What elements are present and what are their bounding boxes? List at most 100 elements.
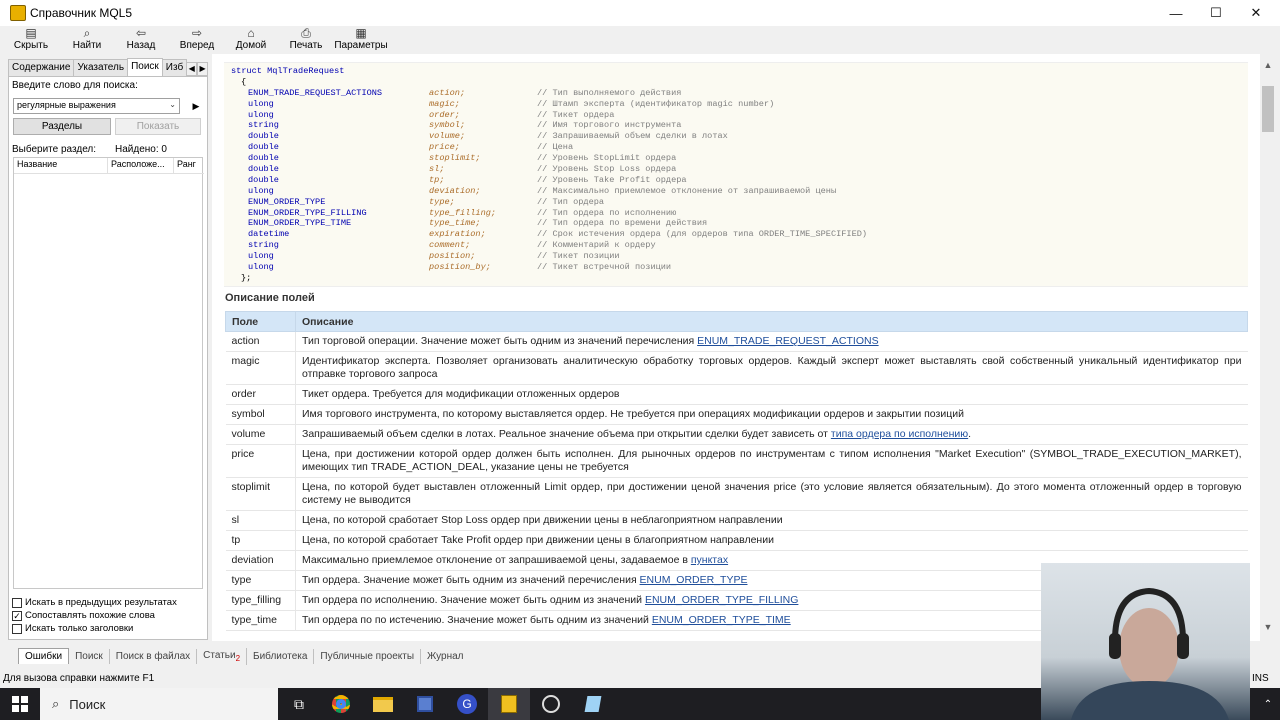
code-comment: // Запрашиваемый объем сделки в лотах xyxy=(537,131,728,142)
code-line: ENUM_ORDER_TYPE_TIME type_time; // Тип орд… xyxy=(231,218,1248,229)
code-comment: // Тип выполняемого действия xyxy=(537,87,682,98)
back-button[interactable]: ⇦ Назад xyxy=(112,26,170,54)
tab-search[interactable]: Поиск xyxy=(127,58,163,76)
tab-errors[interactable]: Ошибки xyxy=(18,648,70,664)
field-link[interactable]: ENUM_ORDER_TYPE_TIME xyxy=(652,614,791,626)
code-comment: // Максимально приемлемое отклонение от … xyxy=(537,185,837,196)
options-icon: ▦ xyxy=(355,26,367,40)
table-row: symbol Имя торгового инструмента, по кото… xyxy=(225,404,1248,425)
tab-scroll-right-icon[interactable]: ▶ xyxy=(197,62,208,76)
file-explorer-icon[interactable] xyxy=(362,688,404,720)
forward-button[interactable]: ⇨ Вперед xyxy=(170,26,224,54)
print-button[interactable]: ⎙ Печать xyxy=(278,26,334,54)
metaeditor-icon[interactable] xyxy=(488,688,530,720)
content-scrollbar[interactable]: ▲ ▼ xyxy=(1260,54,1276,641)
field-name: stoplimit xyxy=(225,477,296,511)
scroll-up-icon[interactable]: ▲ xyxy=(1260,60,1276,70)
presenter-webcam-image xyxy=(1071,587,1229,720)
app-icon xyxy=(10,5,26,21)
field-description: Имя торгового инструмента, по которому в… xyxy=(295,404,1248,425)
hide-button[interactable]: ▤ Скрыть xyxy=(0,26,62,54)
code-field: stoplimit; xyxy=(429,153,481,164)
minimize-button[interactable]: — xyxy=(1156,0,1196,26)
chrome-icon[interactable] xyxy=(320,688,362,720)
find-button[interactable]: ⌕ Найти xyxy=(62,26,112,54)
tray-chevron-up-icon[interactable]: ⌃ xyxy=(1256,688,1280,720)
show-button[interactable]: Показать xyxy=(115,118,201,135)
code-line: datetime expiration; // Срок истечения орд… xyxy=(231,229,1248,240)
tab-favorites[interactable]: Изб xyxy=(161,59,188,76)
field-link[interactable]: ENUM_TRADE_REQUEST_ACTIONS xyxy=(697,335,878,347)
code-line: ENUM_ORDER_TYPE type; // Тип ордера xyxy=(231,197,1248,208)
code-type: ulong xyxy=(248,251,274,262)
field-link[interactable]: ENUM_ORDER_TYPE xyxy=(640,574,748,586)
fields-section-title: Описание полей xyxy=(225,292,315,304)
printer-icon: ⎙ xyxy=(301,26,311,40)
ins-indicator: INS xyxy=(1252,673,1269,684)
similar-words-checkbox[interactable]: ✓ Сопоставлять похожие слова xyxy=(12,610,155,621)
field-link[interactable]: ENUM_ORDER_TYPE_FILLING xyxy=(645,594,798,606)
options-button[interactable]: ▦ Параметры xyxy=(334,26,388,54)
field-link[interactable]: пунктах xyxy=(691,554,728,566)
close-button[interactable]: ✕ xyxy=(1236,0,1276,26)
code-line: ulong deviation; // Максимально приемлемое… xyxy=(231,186,1248,197)
home-button[interactable]: ⌂ Домой xyxy=(224,26,278,54)
tab-search-bottom[interactable]: Поиск xyxy=(69,648,110,664)
toolbox-tabs: Ошибки Поиск Поиск в файлах Статьи2 Библ… xyxy=(0,644,1040,668)
code-comment: // Тип ордера по исполнению xyxy=(537,207,677,218)
col-location[interactable]: Расположе... xyxy=(108,158,174,173)
select-section-label: Выберите раздел: xyxy=(12,144,97,155)
forward-arrow-icon: ⇨ xyxy=(191,26,203,40)
taskbar-search-box[interactable]: ⌕ Поиск xyxy=(40,688,278,720)
code-field: comment; xyxy=(429,240,471,251)
code-type: ulong xyxy=(248,185,274,196)
code-field: magic; xyxy=(429,98,460,109)
tab-index[interactable]: Указатель xyxy=(73,59,129,76)
tab-scroll-left-icon[interactable]: ◀ xyxy=(186,62,198,76)
scroll-thumb[interactable] xyxy=(1262,86,1274,132)
tab-contents[interactable]: Содержание xyxy=(8,59,75,76)
col-field-header: Поле xyxy=(225,311,296,332)
code-comment: // Имя торгового инструмента xyxy=(537,120,682,131)
find-icon: ⌕ xyxy=(83,26,91,40)
toolbar: ▤ Скрыть ⌕ Найти ⇦ Назад ⇨ Вперед ⌂ Домой ⎙ Пе… xyxy=(0,26,1280,54)
maximize-button[interactable]: ☐ xyxy=(1196,0,1236,26)
app-g-icon[interactable]: G xyxy=(446,688,488,720)
windows-start-button[interactable] xyxy=(0,688,40,720)
code-line: string symbol; // Имя торгового инструмент… xyxy=(231,120,1248,131)
search-previous-checkbox[interactable]: Искать в предыдущих результатах xyxy=(12,597,177,608)
hide-icon: ▤ xyxy=(25,26,37,40)
tab-library[interactable]: Библиотека xyxy=(247,648,315,664)
code-lines: ENUM_TRADE_REQUEST_ACTIONS action; // Тип … xyxy=(231,88,1248,273)
code-close-brace: }; xyxy=(241,272,252,283)
nav-tabs: Содержание Указатель Поиск Изб ◀ ▶ xyxy=(8,58,208,76)
table-row: tp Цена, по которой сработает Take Profit… xyxy=(225,530,1248,551)
code-field: symbol; xyxy=(429,120,466,131)
code-comment: // Тикет ордера xyxy=(537,109,615,120)
windows-logo-icon xyxy=(12,696,28,712)
sections-button[interactable]: Разделы xyxy=(13,118,111,135)
col-title[interactable]: Название xyxy=(14,158,108,173)
search-input[interactable]: регулярные выражения ⌄ xyxy=(13,98,180,114)
field-name: action xyxy=(225,331,296,352)
code-type: ENUM_TRADE_REQUEST_ACTIONS xyxy=(248,87,383,98)
tab-public-projects[interactable]: Публичные проекты xyxy=(314,648,422,664)
save-app-icon[interactable] xyxy=(404,688,446,720)
task-view-icon[interactable]: ⧉ xyxy=(278,688,320,720)
tab-articles[interactable]: Статьи2 xyxy=(197,647,248,665)
table-row: price Цена, при достижении которой ордер … xyxy=(225,444,1248,478)
field-link[interactable]: типа ордера по исполнению xyxy=(831,428,968,440)
field-name: tp xyxy=(225,530,296,551)
notepad-icon[interactable] xyxy=(572,688,614,720)
results-list[interactable]: Название Расположе... Ранг xyxy=(13,157,204,589)
list-topics-arrow-icon[interactable]: ▶ xyxy=(189,98,203,114)
code-field: deviation; xyxy=(429,185,481,196)
code-type: ENUM_ORDER_TYPE_TIME xyxy=(248,218,352,229)
tab-journal[interactable]: Журнал xyxy=(421,649,470,664)
clock-app-icon[interactable] xyxy=(530,688,572,720)
code-field: tp; xyxy=(429,174,445,185)
scroll-down-icon[interactable]: ▼ xyxy=(1260,622,1276,632)
titles-only-checkbox[interactable]: Искать только заголовки xyxy=(12,623,133,634)
col-rank[interactable]: Ранг xyxy=(174,158,204,173)
tab-search-files[interactable]: Поиск в файлах xyxy=(110,648,198,664)
